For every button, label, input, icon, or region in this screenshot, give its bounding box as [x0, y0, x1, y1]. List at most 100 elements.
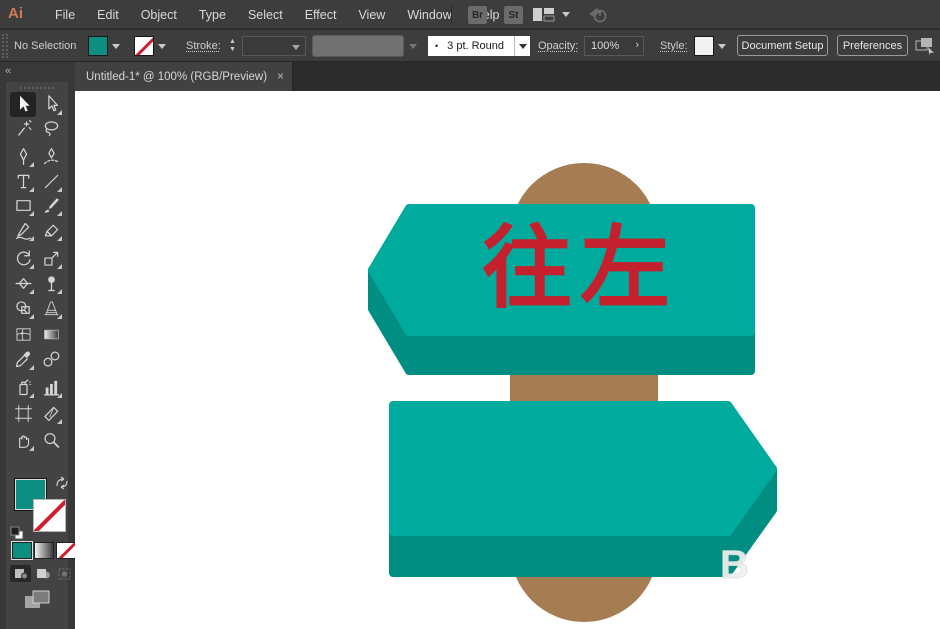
opacity-field[interactable]: 100% ›	[584, 36, 644, 56]
stroke-proxy-swatch[interactable]	[33, 499, 66, 532]
gradient-tool[interactable]	[38, 322, 64, 347]
tab-close-icon[interactable]: ×	[277, 69, 284, 83]
width-icon	[13, 273, 34, 294]
menu-item-view[interactable]: View	[347, 0, 396, 29]
stroke-label[interactable]: Stroke:	[186, 40, 221, 52]
rotate-tool[interactable]	[10, 246, 36, 271]
menu-item-object[interactable]: Object	[130, 0, 188, 29]
magic-wand-tool[interactable]	[10, 116, 36, 141]
eraser-icon	[41, 220, 62, 241]
stroke-weight-stepper[interactable]: ▲▼	[227, 38, 238, 54]
direct-selection-tool[interactable]	[38, 92, 64, 117]
selection-icon	[13, 94, 34, 115]
rectangle-tool[interactable]	[10, 193, 36, 218]
pen-tool[interactable]	[10, 144, 36, 169]
symbol-sprayer-icon	[13, 377, 34, 398]
brush-dropdown-button[interactable]	[514, 36, 530, 56]
brush-definition-dropdown[interactable]: • 3 pt. Round	[428, 36, 514, 56]
eraser-tool[interactable]	[38, 218, 64, 243]
opacity-arrow-icon[interactable]: ›	[635, 39, 639, 51]
width-tool[interactable]	[10, 271, 36, 296]
eyedropper-tool[interactable]	[10, 347, 36, 372]
menu-items: FileEditObjectTypeSelectEffectViewWindow…	[44, 0, 511, 29]
scale-icon	[41, 248, 62, 269]
curvature-tool[interactable]	[38, 144, 64, 169]
panel-collapse-icon[interactable]: «	[5, 65, 10, 77]
draw-inside-mode-button[interactable]	[54, 565, 75, 582]
shaper-tool[interactable]	[10, 218, 36, 243]
opacity-value: 100%	[591, 40, 619, 52]
menu-item-select[interactable]: Select	[237, 0, 294, 29]
menu-item-edit[interactable]: Edit	[86, 0, 130, 29]
top-sign-left-arrow[interactable]: 往左	[372, 208, 751, 371]
mesh-icon	[13, 324, 34, 345]
paintbrush-tool[interactable]	[38, 193, 64, 218]
none-button[interactable]	[56, 542, 76, 559]
style-label[interactable]: Style:	[660, 40, 688, 52]
fill-color-swatch[interactable]	[88, 36, 108, 56]
type-tool[interactable]	[10, 169, 36, 194]
symbol-sprayer-tool[interactable]	[10, 375, 36, 400]
direct-selection-icon	[41, 94, 62, 115]
draw-behind-mode-button[interactable]	[32, 565, 53, 582]
chevron-down-icon	[409, 44, 417, 49]
artboard-canvas[interactable]: 往左 B	[75, 91, 940, 629]
mesh-tool[interactable]	[10, 322, 36, 347]
workspace-switcher-icon[interactable]	[533, 8, 555, 27]
opacity-label[interactable]: Opacity:	[538, 40, 578, 52]
document-setup-button[interactable]: Document Setup	[737, 35, 828, 56]
zoom-tool[interactable]	[38, 428, 64, 453]
menu-item-type[interactable]: Type	[188, 0, 237, 29]
stroke-color-swatch[interactable]	[134, 36, 154, 56]
selection-status: No Selection	[14, 40, 76, 52]
dock-control-panel-icon[interactable]	[915, 37, 935, 60]
sign-text[interactable]: 往左	[482, 219, 678, 319]
gradient-icon	[41, 324, 62, 345]
stroke-chevron-icon[interactable]	[158, 44, 166, 49]
bridge-button[interactable]: Br	[468, 6, 487, 24]
artboard-icon	[13, 403, 34, 424]
stroke-weight-dropdown[interactable]	[242, 36, 306, 56]
fill-chevron-icon[interactable]	[112, 44, 120, 49]
style-chevron-icon[interactable]	[718, 44, 726, 49]
artboard-tool[interactable]	[10, 401, 36, 426]
blend-tool[interactable]	[38, 347, 64, 372]
menu-item-effect[interactable]: Effect	[294, 0, 348, 29]
none-slash-icon	[56, 542, 76, 559]
variable-width-dropdown[interactable]	[312, 35, 404, 57]
control-bar-grip[interactable]	[2, 34, 8, 58]
document-tab[interactable]: Untitled-1* @ 100% (RGB/Preview) ×	[75, 62, 293, 91]
rectangle-icon	[13, 195, 34, 216]
draw-normal-mode-button[interactable]	[10, 565, 31, 582]
perspective-grid-icon	[41, 298, 62, 319]
slice-tool[interactable]	[38, 401, 64, 426]
hand-icon	[13, 430, 34, 451]
change-screen-mode-icon[interactable]	[24, 590, 50, 615]
menu-item-window[interactable]: Window	[396, 0, 462, 29]
hand-tool[interactable]	[10, 428, 36, 453]
shape-builder-tool[interactable]	[10, 296, 36, 321]
magic-wand-icon	[13, 118, 34, 139]
preferences-button[interactable]: Preferences	[837, 35, 908, 56]
watermark-letter: B	[720, 543, 749, 587]
line-segment-tool[interactable]	[38, 169, 64, 194]
line-segment-icon	[41, 171, 62, 192]
color-button[interactable]	[12, 542, 32, 559]
none-slash-icon	[33, 499, 66, 532]
perspective-grid-tool[interactable]	[38, 296, 64, 321]
chevron-down-icon[interactable]	[562, 12, 570, 17]
bottom-sign-right-arrow[interactable]	[393, 405, 773, 573]
lasso-tool[interactable]	[38, 116, 64, 141]
illustrator-window: Ai FileEditObjectTypeSelectEffectViewWin…	[0, 0, 940, 629]
style-swatch[interactable]	[694, 36, 714, 56]
gpu-performance-icon[interactable]	[586, 5, 608, 30]
document-tab-title: Untitled-1* @ 100% (RGB/Preview)	[86, 71, 267, 83]
scale-tool[interactable]	[38, 246, 64, 271]
puppet-warp-tool[interactable]	[38, 271, 64, 296]
gradient-button[interactable]	[34, 542, 54, 559]
menu-item-file[interactable]: File	[44, 0, 86, 29]
stock-button[interactable]: St	[504, 6, 523, 24]
column-graph-tool[interactable]	[38, 375, 64, 400]
swap-fill-stroke-icon[interactable]	[54, 476, 70, 495]
selection-tool[interactable]	[10, 92, 36, 117]
